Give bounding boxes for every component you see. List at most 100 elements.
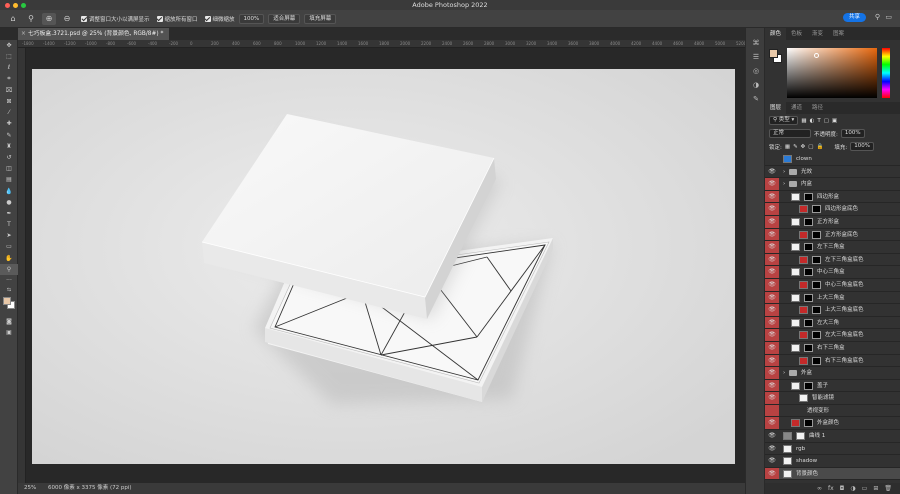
- visibility-eye-icon[interactable]: 👁: [765, 215, 779, 228]
- color-picker-field[interactable]: [787, 48, 877, 98]
- visibility-eye-icon[interactable]: 👁: [765, 316, 779, 329]
- document-tab[interactable]: × 七巧板盒.3721.psd @ 25% (背景颜色, RGB/8#) *: [18, 28, 170, 40]
- layer-mask-thumbnail[interactable]: [812, 280, 821, 289]
- home-icon[interactable]: ⌂: [6, 13, 20, 25]
- lock-pixels-icon[interactable]: ▦: [785, 144, 790, 150]
- visibility-eye-icon[interactable]: 👁: [765, 392, 779, 404]
- new-group-icon[interactable]: ▭: [862, 485, 868, 492]
- layer-mask-thumbnail[interactable]: [804, 293, 813, 302]
- visibility-eye-icon[interactable]: 👁: [765, 443, 779, 455]
- brush-tool-icon[interactable]: ✎: [0, 130, 18, 141]
- layer-row[interactable]: 👁 正方形盒底色: [765, 228, 900, 242]
- document-canvas[interactable]: [32, 69, 735, 464]
- eyedropper-tool-icon[interactable]: ⁄: [0, 107, 18, 118]
- layer-row[interactable]: 👁 四边形盒底色: [765, 203, 900, 216]
- layer-row[interactable]: 👁 › 光效: [765, 166, 900, 179]
- filter-pixel-icon[interactable]: ▦: [801, 118, 806, 124]
- scrubby-zoom-checkbox[interactable]: 细微缩放: [204, 15, 235, 23]
- color-swatches[interactable]: [0, 294, 17, 316]
- color-panel-tab[interactable]: 色板: [786, 28, 807, 40]
- dodge-tool-icon[interactable]: ●: [0, 197, 18, 208]
- type-tool-icon[interactable]: T: [0, 219, 18, 230]
- layer-row[interactable]: 👁 右下三角盒: [765, 341, 900, 355]
- color-picker-cursor[interactable]: [814, 53, 819, 58]
- gradient-tool-icon[interactable]: ▤: [0, 174, 18, 185]
- minimize-window-button[interactable]: [13, 3, 18, 8]
- zoom-out-icon[interactable]: ⊖: [60, 13, 74, 25]
- layer-row[interactable]: 👁 四边形盒: [765, 190, 900, 204]
- layer-mask-thumbnail[interactable]: [812, 356, 821, 365]
- fill-field[interactable]: 100%: [850, 142, 874, 151]
- layer-mask-thumbnail[interactable]: [804, 318, 813, 327]
- visibility-eye-icon[interactable]: 👁: [765, 367, 779, 379]
- expand-chevron-icon[interactable]: ›: [783, 178, 785, 190]
- layer-mask-thumbnail[interactable]: [804, 268, 813, 277]
- layer-row[interactable]: 👁 曲线 1: [765, 430, 900, 443]
- brush-settings-icon[interactable]: ✎: [746, 92, 766, 106]
- layer-mask-thumbnail[interactable]: [796, 432, 805, 441]
- delete-layer-icon[interactable]: 🗑: [884, 485, 892, 492]
- layer-row[interactable]: 👁 左下三角盒: [765, 241, 900, 254]
- document-info[interactable]: 6000 像素 x 3375 像素 (72 ppi): [48, 485, 132, 491]
- color-panel-tab[interactable]: 颜色: [765, 28, 787, 40]
- visibility-eye-icon[interactable]: [765, 153, 779, 165]
- lock-position-icon[interactable]: ✥: [801, 144, 806, 150]
- filter-smart-icon[interactable]: ▣: [832, 118, 837, 124]
- color-panel-tab[interactable]: 图案: [828, 28, 849, 40]
- marquee-tool-icon[interactable]: ⬚: [0, 51, 18, 62]
- visibility-eye-icon[interactable]: 👁: [765, 228, 779, 241]
- visibility-eye-icon[interactable]: 👁: [765, 178, 779, 190]
- crop-tool-icon[interactable]: ⌧: [0, 85, 18, 96]
- layers-panel-tab[interactable]: 图层: [765, 102, 787, 114]
- zoom-in-icon[interactable]: ⊕: [42, 12, 56, 25]
- layer-row[interactable]: 👁 盖子: [765, 379, 900, 393]
- zoom-tool-icon[interactable]: ⚲: [24, 13, 38, 25]
- fx-icon[interactable]: fx: [828, 485, 834, 492]
- add-mask-icon[interactable]: ◘: [840, 485, 845, 492]
- properties-icon[interactable]: ☰: [746, 50, 766, 64]
- visibility-eye-icon[interactable]: 👁: [765, 304, 779, 316]
- blend-mode-dropdown[interactable]: 正常: [769, 129, 811, 138]
- fit-screen-button[interactable]: 适合屏幕: [268, 13, 301, 24]
- hue-slider[interactable]: [882, 48, 890, 98]
- visibility-eye-icon[interactable]: 👁: [765, 166, 779, 178]
- visibility-eye-icon[interactable]: 👁: [765, 266, 779, 278]
- more-tools-icon[interactable]: ···: [0, 275, 18, 286]
- history-brush-icon[interactable]: ↺: [0, 152, 18, 163]
- layer-row[interactable]: 👁 › 外盒: [765, 367, 900, 380]
- layer-row[interactable]: 👁 左大三角盒底色: [765, 329, 900, 342]
- visibility-eye-icon[interactable]: 👁: [765, 341, 779, 354]
- visibility-eye-icon[interactable]: 👁: [765, 278, 779, 291]
- visibility-eye-icon[interactable]: 👁: [765, 379, 779, 392]
- zoom-window-button[interactable]: [21, 3, 26, 8]
- layer-mask-thumbnail[interactable]: [804, 343, 813, 352]
- fg-color-chip[interactable]: [769, 49, 778, 58]
- layer-row[interactable]: 👁 外盒颜色: [765, 417, 900, 431]
- layer-row[interactable]: 透视变形: [765, 404, 900, 418]
- layer-mask-thumbnail[interactable]: [812, 230, 821, 239]
- visibility-eye-icon[interactable]: 👁: [765, 467, 779, 480]
- layer-row[interactable]: 👁 中心三角盒底色: [765, 278, 900, 292]
- layer-row[interactable]: clown: [765, 153, 900, 166]
- pen-tool-icon[interactable]: ✒: [0, 208, 18, 219]
- layer-row[interactable]: 👁 智能滤镜: [765, 392, 900, 405]
- visibility-eye-icon[interactable]: 👁: [765, 253, 779, 266]
- visibility-eye-icon[interactable]: 👁: [765, 241, 779, 253]
- visibility-eye-icon[interactable]: 👁: [765, 203, 779, 215]
- filter-type-icon[interactable]: T: [817, 118, 820, 124]
- link-layers-icon[interactable]: ∞: [817, 485, 822, 492]
- visibility-eye-icon[interactable]: 👁: [765, 417, 779, 430]
- layer-row[interactable]: 👁 左大三角: [765, 316, 900, 330]
- rectangle-tool-icon[interactable]: ▭: [0, 241, 18, 252]
- visibility-eye-icon[interactable]: 👁: [765, 455, 779, 467]
- stamp-tool-icon[interactable]: ♜: [0, 141, 18, 152]
- visibility-eye-icon[interactable]: [765, 404, 779, 417]
- hand-tool-icon[interactable]: ✋: [0, 253, 18, 264]
- quick-mask-icon[interactable]: ◙: [0, 316, 18, 327]
- layer-row[interactable]: 👁 上大三角盒: [765, 291, 900, 305]
- layer-row[interactable]: 👁 正方形盒: [765, 215, 900, 229]
- layer-row[interactable]: 👁 右下三角盒底色: [765, 354, 900, 368]
- libraries-icon[interactable]: ◎: [746, 64, 766, 78]
- layer-mask-thumbnail[interactable]: [804, 192, 813, 201]
- close-tab-icon[interactable]: ×: [21, 28, 26, 40]
